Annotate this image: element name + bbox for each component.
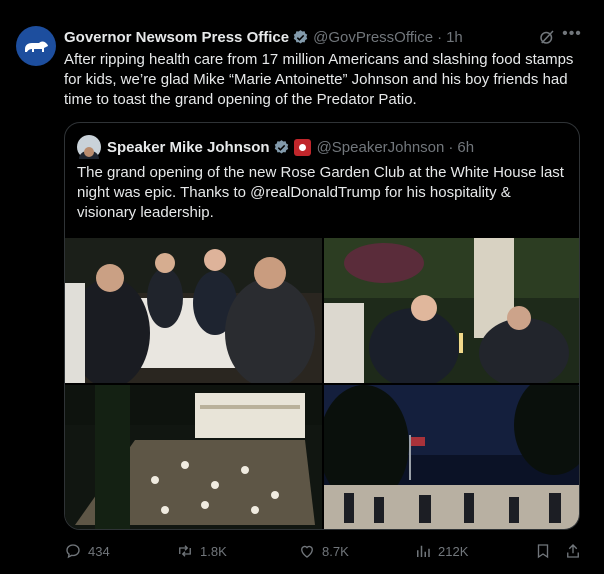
timestamp[interactable]: 1h — [446, 29, 463, 46]
window-edge — [604, 0, 612, 574]
photo-conversation[interactable] — [324, 238, 579, 383]
grok-icon[interactable] — [538, 28, 556, 46]
action-bar: 434 1.8K 8.7K 212K — [64, 540, 584, 562]
quote-timestamp[interactable]: 6h — [457, 139, 474, 156]
reply-count: 434 — [88, 543, 110, 559]
verified-badge-icon — [293, 29, 308, 44]
like-count: 8.7K — [322, 543, 349, 559]
tweet-header: Governor Newsom Press Office @GovPressOf… — [64, 26, 463, 48]
author-handle[interactable]: @GovPressOffice — [313, 29, 433, 46]
reply-button[interactable]: 434 — [64, 540, 110, 562]
media-grid — [65, 238, 579, 529]
views-icon — [417, 545, 430, 557]
photo-patio-overhead[interactable] — [65, 385, 322, 529]
tweet[interactable]: Governor Newsom Press Office @GovPressOf… — [0, 0, 604, 574]
views-button[interactable]: 212K — [414, 540, 468, 562]
quote-avatar[interactable] — [77, 135, 101, 159]
quoted-tweet[interactable]: Speaker Mike Johnson @SpeakerJohnson · 6… — [64, 122, 580, 530]
government-seal-icon — [293, 138, 311, 156]
repost-button[interactable]: 1.8K — [176, 540, 227, 562]
avatar[interactable] — [16, 26, 56, 66]
quote-header: Speaker Mike Johnson @SpeakerJohnson · 6… — [77, 135, 474, 159]
california-bear-icon — [25, 41, 48, 52]
share-button[interactable] — [564, 540, 582, 562]
share-icon — [567, 544, 579, 558]
quote-author-name[interactable]: Speaker Mike Johnson — [107, 139, 270, 156]
views-count: 212K — [438, 543, 469, 559]
tweet-text: After ripping health care from 17 millio… — [64, 51, 574, 108]
quote-author-handle[interactable]: @SpeakerJohnson — [317, 139, 445, 156]
separator-dot: · — [448, 138, 454, 156]
verified-badge-icon — [274, 139, 288, 154]
bookmark-icon — [537, 544, 549, 559]
bookmark-button[interactable] — [534, 540, 552, 562]
like-button[interactable]: 8.7K — [298, 540, 349, 562]
quote-text: The grand opening of the new Rose Garden… — [77, 164, 564, 221]
separator-dot: · — [437, 28, 443, 46]
more-icon[interactable]: ••• — [562, 26, 582, 47]
photo-evening-event[interactable] — [324, 385, 579, 529]
photo-dinner-table[interactable] — [65, 238, 322, 383]
author-name[interactable]: Governor Newsom Press Office — [64, 29, 289, 46]
reply-icon — [66, 544, 80, 559]
heart-icon — [301, 545, 313, 558]
repost-icon — [179, 545, 191, 557]
repost-count: 1.8K — [200, 543, 227, 559]
